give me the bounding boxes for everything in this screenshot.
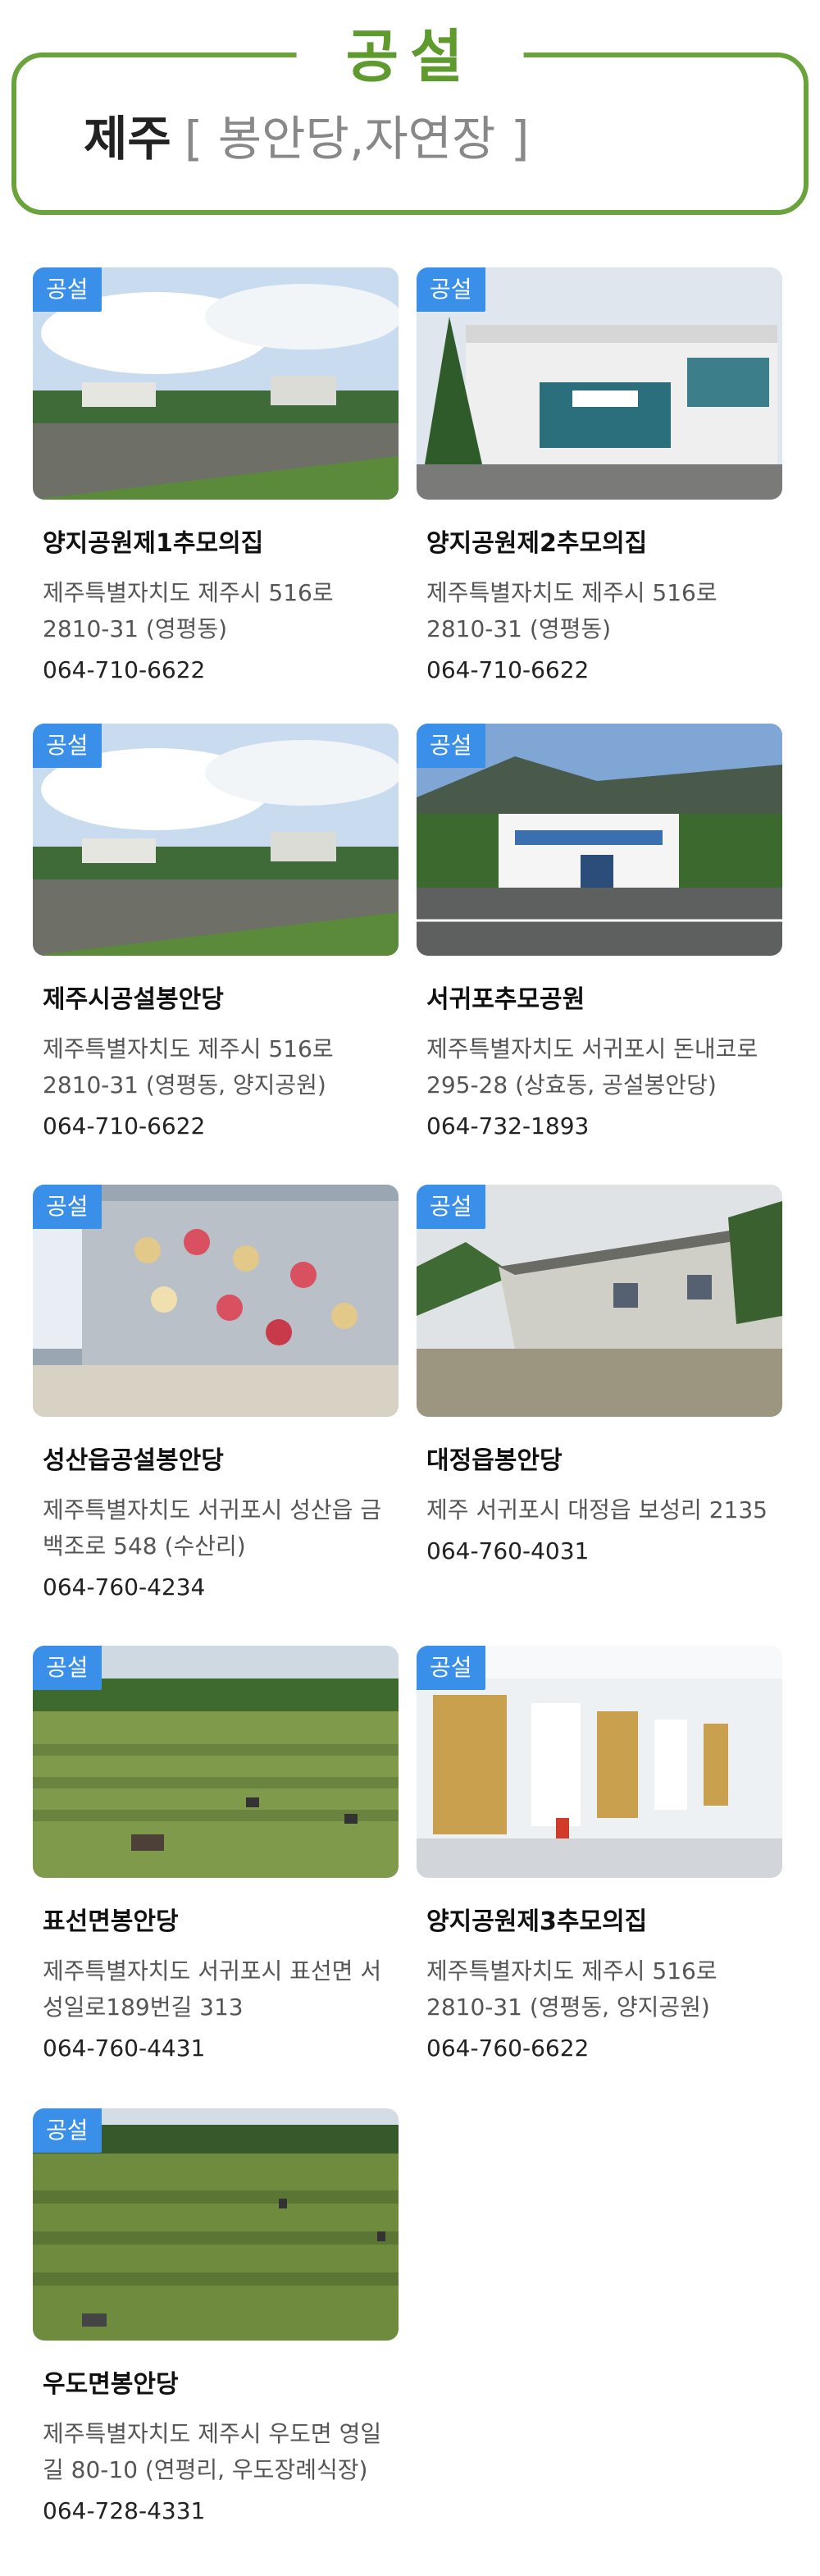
- facility-name: 양지공원제2추모의집: [426, 529, 648, 558]
- facility-address: 제주특별자치도 제주시 516로 2810-31 (영평동): [426, 579, 718, 642]
- facility-card[interactable]: 공설 대정읍봉안당 제주 서귀포시 대정읍 보성리 2135 064-760-4…: [417, 1185, 782, 1569]
- facility-address: 제주특별자치도 제주시 516로 2810-31 (영평동): [43, 579, 334, 642]
- facility-card[interactable]: 공설 제주시공설봉안당 제주특별자치도 제주시 516로 2810-31 (영평…: [33, 724, 399, 1144]
- facility-photo[interactable]: 공설: [33, 267, 399, 500]
- public-badge: 공설: [33, 2108, 102, 2153]
- facility-card[interactable]: 공설 표선면봉안당 제주특별자치도 서귀포시 표선면 서성일로189번길 313…: [33, 1646, 399, 2067]
- facility-phone[interactable]: 064-760-4031: [417, 1533, 782, 1569]
- facility-card[interactable]: 공설 서귀포추모공원 제주특별자치도 서귀포시 돈내코로 295-28 (상효동…: [417, 724, 782, 1144]
- facility-address: 제주 서귀포시 대정읍 보성리 2135: [426, 1496, 768, 1523]
- public-badge: 공설: [33, 267, 102, 312]
- facility-address: 제주특별자치도 제주시 516로 2810-31 (영평동, 양지공원): [426, 1957, 718, 2021]
- facility-name: 양지공원제1추모의집: [43, 529, 264, 558]
- facility-address: 제주특별자치도 제주시 516로 2810-31 (영평동, 양지공원): [43, 1035, 334, 1098]
- facility-phone[interactable]: 064-710-6622: [417, 652, 782, 688]
- facility-name: 양지공원제3추모의집: [426, 1907, 648, 1936]
- facility-name: 서귀포추모공원: [426, 985, 585, 1014]
- facility-address: 제주특별자치도 제주시 우도면 영일길 80-10 (연평리, 우도장례식장): [43, 2420, 382, 2483]
- facility-card[interactable]: 공설 양지공원제2추모의집 제주특별자치도 제주시 516로 2810-31 (…: [417, 267, 782, 688]
- subtitle-label: [ 봉안당,자연장 ]: [184, 111, 530, 167]
- public-badge: 공설: [417, 267, 485, 312]
- facility-phone[interactable]: 064-728-4331: [33, 2493, 399, 2529]
- facility-name: 제주시공설봉안당: [43, 985, 224, 1014]
- facility-card[interactable]: 공설 성산읍공설봉안당 제주특별자치도 서귀포시 성산읍 금백조로 548 (수…: [33, 1185, 399, 1605]
- facility-phone[interactable]: 064-760-6622: [417, 2030, 782, 2067]
- facility-phone[interactable]: 064-732-1893: [417, 1108, 782, 1144]
- facility-phone[interactable]: 064-710-6622: [33, 652, 399, 688]
- facility-card[interactable]: 공설 우도면봉안당 제주특별자치도 제주시 우도면 영일길 80-10 (연평리…: [33, 2108, 399, 2529]
- facility-phone[interactable]: 064-710-6622: [33, 1108, 399, 1144]
- facility-photo[interactable]: 공설: [33, 1646, 399, 1878]
- facility-photo[interactable]: 공설: [417, 724, 782, 956]
- facility-name: 우도면봉안당: [43, 2370, 179, 2399]
- facility-photo[interactable]: 공설: [417, 1185, 782, 1417]
- header-tab-label: 공설: [296, 20, 524, 94]
- facility-name: 성산읍공설봉안당: [43, 1446, 224, 1475]
- facility-photo[interactable]: 공설: [33, 1185, 399, 1417]
- public-badge: 공설: [33, 1646, 102, 1690]
- facility-photo[interactable]: 공설: [417, 267, 782, 500]
- facility-address: 제주특별자치도 서귀포시 성산읍 금백조로 548 (수산리): [43, 1496, 382, 1560]
- public-badge: 공설: [417, 1646, 485, 1690]
- public-badge: 공설: [33, 1185, 102, 1229]
- facility-card[interactable]: 공설 양지공원제3추모의집 제주특별자치도 제주시 516로 2810-31 (…: [417, 1646, 782, 2067]
- facility-photo[interactable]: 공설: [417, 1646, 782, 1878]
- facility-photo[interactable]: 공설: [33, 2108, 399, 2341]
- public-badge: 공설: [33, 724, 102, 768]
- facility-card[interactable]: 공설 양지공원제1추모의집 제주특별자치도 제주시 516로 2810-31 (…: [33, 267, 399, 688]
- facility-address: 제주특별자치도 서귀포시 돈내코로 295-28 (상효동, 공설봉안당): [426, 1035, 758, 1098]
- facility-address: 제주특별자치도 서귀포시 표선면 서성일로189번길 313: [43, 1957, 382, 2021]
- header-box: 공설 제주[ 봉안당,자연장 ]: [11, 20, 809, 215]
- region-label: 제주: [84, 111, 171, 167]
- facility-phone[interactable]: 064-760-4234: [33, 1569, 399, 1605]
- page-title: 제주[ 봉안당,자연장 ]: [84, 110, 529, 167]
- facility-photo[interactable]: 공설: [33, 724, 399, 956]
- facility-name: 표선면봉안당: [43, 1907, 179, 1936]
- facility-phone[interactable]: 064-760-4431: [33, 2030, 399, 2067]
- facility-name: 대정읍봉안당: [426, 1446, 563, 1475]
- public-badge: 공설: [417, 724, 485, 768]
- public-badge: 공설: [417, 1185, 485, 1229]
